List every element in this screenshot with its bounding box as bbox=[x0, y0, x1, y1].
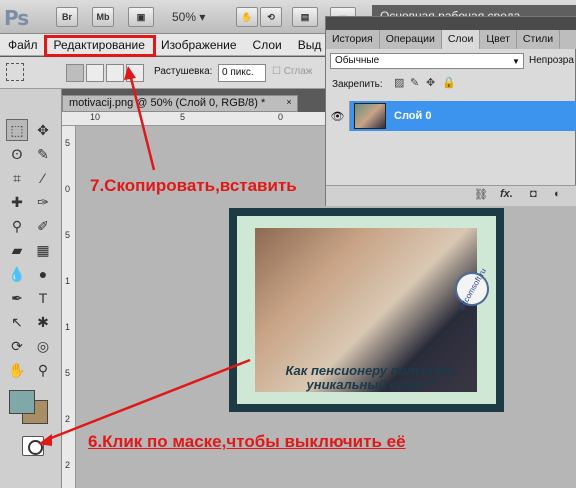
arrow-to-edit-menu bbox=[128, 73, 156, 171]
arrow-to-quick-mask bbox=[45, 358, 251, 442]
annotation-step-7: 7.Скопировать,вставить bbox=[90, 176, 297, 195]
foreground-color-swatch[interactable] bbox=[9, 390, 35, 414]
arrowhead-up bbox=[124, 66, 136, 80]
annotation-arrows bbox=[38, 66, 251, 446]
arrowhead-left bbox=[38, 434, 52, 446]
annotation-step-6: 6.Клик по маске,чтобы выключить её bbox=[88, 432, 406, 451]
